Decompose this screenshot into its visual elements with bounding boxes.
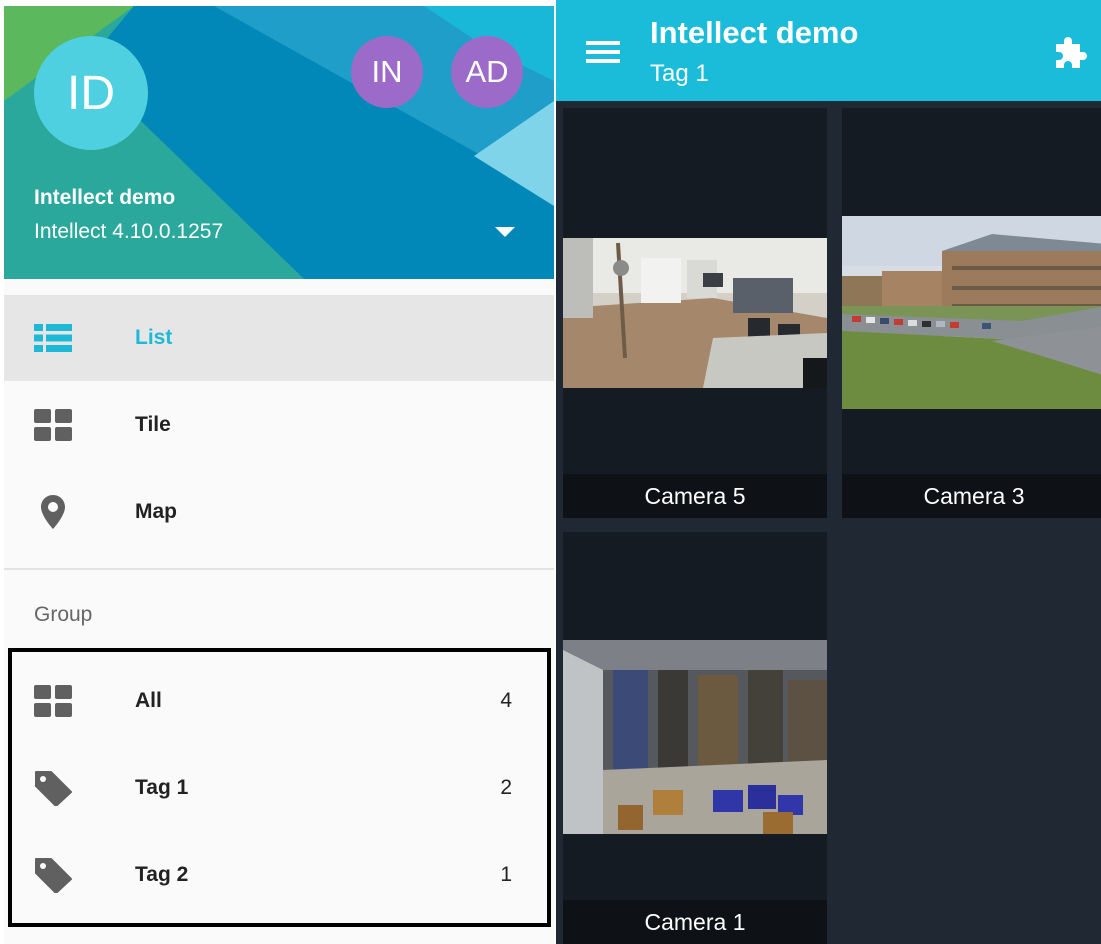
group-item-tag-1[interactable]: Tag 1 2 xyxy=(4,745,554,831)
drawer-divider xyxy=(4,568,554,570)
camera-tile[interactable]: Camera 5 xyxy=(563,108,827,518)
group-item-count: 2 xyxy=(500,776,512,799)
camera-name: Camera 5 xyxy=(563,474,827,518)
toolbar-subtitle: Tag 1 xyxy=(650,60,709,87)
avatar-initials: AD xyxy=(465,54,509,89)
camera-tile[interactable]: Camera 1 xyxy=(563,532,827,944)
grid-icon xyxy=(34,684,72,718)
current-account-avatar[interactable]: ID xyxy=(34,36,148,150)
menu-icon[interactable] xyxy=(586,38,622,66)
account-dropdown-icon[interactable] xyxy=(495,227,515,237)
nav-item-label: List xyxy=(135,326,173,349)
list-icon xyxy=(34,321,72,355)
server-name: Intellect demo xyxy=(34,186,176,209)
avatar-initials: ID xyxy=(67,66,115,120)
account-avatar-ad[interactable]: AD xyxy=(451,36,523,108)
app-toolbar: Intellect demo Tag 1 xyxy=(556,0,1101,101)
map-marker-icon xyxy=(34,495,72,529)
nav-item-label: Tile xyxy=(135,413,171,436)
puzzle-icon[interactable] xyxy=(1050,35,1088,73)
nav-item-label: Map xyxy=(135,500,177,523)
camera-preview-building xyxy=(842,216,1101,409)
nav-item-tile[interactable]: Tile xyxy=(4,382,554,468)
server-version: Intellect 4.10.0.1257 xyxy=(34,220,224,243)
camera-preview-office xyxy=(563,238,827,388)
camera-tile-view: Intellect demo Tag 1 Camera 5 Camera 3 C… xyxy=(556,0,1101,944)
group-item-tag-2[interactable]: Tag 2 1 xyxy=(4,832,554,918)
navigation-drawer: ID IN AD Intellect demo Intellect 4.10.0… xyxy=(4,6,554,944)
nav-item-list[interactable]: List xyxy=(4,295,554,381)
tag-icon xyxy=(34,858,72,893)
account-avatar-in[interactable]: IN xyxy=(351,36,423,108)
camera-name: Camera 3 xyxy=(842,474,1101,518)
camera-name: Camera 1 xyxy=(563,900,827,944)
nav-item-map[interactable]: Map xyxy=(4,469,554,555)
group-item-count: 4 xyxy=(500,689,512,712)
group-item-label: Tag 1 xyxy=(135,776,189,799)
group-item-label: Tag 2 xyxy=(135,863,189,886)
grid-icon xyxy=(34,408,72,442)
group-item-label: All xyxy=(135,689,162,712)
camera-tile[interactable]: Camera 3 xyxy=(842,108,1101,518)
group-item-all[interactable]: All 4 xyxy=(4,658,554,744)
tag-icon xyxy=(34,771,72,806)
camera-preview-warehouse xyxy=(563,640,827,834)
group-item-count: 1 xyxy=(500,863,512,886)
drawer-header: ID IN AD Intellect demo Intellect 4.10.0… xyxy=(4,6,554,279)
toolbar-title: Intellect demo xyxy=(650,15,859,50)
group-section-header: Group xyxy=(34,603,93,626)
avatar-initials: IN xyxy=(371,54,403,89)
